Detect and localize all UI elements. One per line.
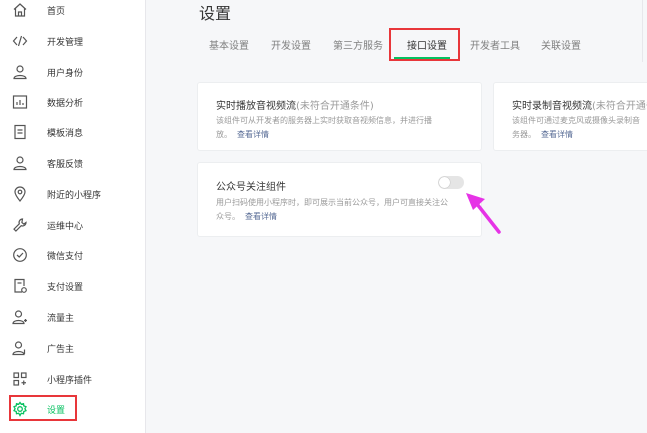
card-condition: (未符合开通条件) — [296, 101, 374, 112]
sidebar: 首页 开发管理 用户身份 数据分析 模板消息 客服反馈 附近的小程序 运维中心 … — [0, 0, 146, 433]
card-desc-line: 务器。 — [512, 130, 536, 139]
view-details-link[interactable]: 查看详情 — [541, 130, 573, 139]
active-tab-indicator — [394, 57, 450, 59]
sidebar-item-ops-center[interactable]: 运维中心 — [0, 213, 146, 237]
sidebar-item-label: 微信支付 — [47, 251, 84, 262]
divider — [642, 0, 643, 62]
sidebar-item-payment-settings[interactable]: 支付设置 — [0, 274, 146, 298]
tab-interface-settings[interactable]: 接口设置 — [407, 37, 447, 52]
card-description: 用户扫码使用小程序时，即可展示当前公众号，用户可直接关注公 众号。 查看详情 — [216, 196, 471, 224]
wrench-icon — [12, 217, 28, 233]
tab-third-party-service[interactable]: 第三方服务 — [333, 37, 383, 52]
sidebar-item-label: 客服反馈 — [47, 159, 84, 170]
sidebar-item-data-analysis[interactable]: 数据分析 — [0, 90, 146, 114]
payment-settings-icon — [12, 278, 28, 294]
advertiser-icon — [12, 340, 28, 356]
card-title-text: 实时播放音视频流 — [216, 101, 296, 112]
official-account-toggle[interactable] — [438, 176, 464, 189]
card-description: 该组件可通过麦克风或摄像头录制音 务器。 查看详情 — [512, 114, 647, 142]
card-realtime-play: 实时播放音视频流(未符合开通条件) 该组件可从开发者的服务器上实时获取音视频信息… — [198, 83, 481, 150]
tab-basic-settings[interactable]: 基本设置 — [209, 37, 249, 52]
sidebar-item-label: 流量主 — [47, 313, 75, 324]
code-icon — [12, 33, 28, 49]
card-desc-line: 该组件可从开发者的服务器上实时获取音视频信息，并进行播 — [216, 116, 432, 125]
sidebar-item-label: 数据分析 — [47, 98, 84, 109]
home-icon — [12, 2, 28, 18]
sidebar-item-label: 附近的小程序 — [47, 190, 102, 201]
sidebar-item-wechat-pay[interactable]: 微信支付 — [0, 243, 146, 267]
sidebar-item-template-message[interactable]: 模板消息 — [0, 120, 146, 144]
card-desc-line: 用户扫码使用小程序时，即可展示当前公众号，用户可直接关注公 — [216, 198, 448, 207]
gear-icon — [12, 401, 28, 417]
service-user-icon — [12, 155, 28, 171]
sidebar-item-settings[interactable]: 设置 — [0, 397, 146, 421]
card-official-account-follow: 公众号关注组件 用户扫码使用小程序时，即可展示当前公众号，用户可直接关注公 众号… — [198, 163, 481, 236]
tab-dev-settings[interactable]: 开发设置 — [271, 37, 311, 52]
sidebar-item-nearby-miniprogram[interactable]: 附近的小程序 — [0, 182, 146, 206]
sidebar-item-label: 用户身份 — [47, 68, 84, 79]
toggle-knob — [439, 177, 450, 188]
sidebar-item-user-identity[interactable]: 用户身份 — [0, 60, 146, 84]
traffic-user-icon — [12, 309, 28, 325]
bar-chart-icon — [12, 94, 28, 110]
card-description: 该组件可从开发者的服务器上实时获取音视频信息，并进行播 放。 查看详情 — [216, 114, 466, 142]
sidebar-item-plugins[interactable]: 小程序插件 — [0, 367, 146, 391]
page-title: 设置 — [199, 4, 232, 23]
sidebar-item-advertiser[interactable]: 广告主 — [0, 336, 146, 360]
sidebar-item-label: 开发管理 — [47, 37, 84, 48]
sidebar-item-traffic-host[interactable]: 流量主 — [0, 305, 146, 329]
document-icon — [12, 124, 28, 140]
sidebar-item-label: 首页 — [47, 6, 66, 17]
card-desc-line: 放。 — [216, 130, 232, 139]
card-desc-line: 该组件可通过麦克风或摄像头录制音 — [512, 116, 640, 125]
sidebar-item-label: 小程序插件 — [47, 375, 93, 386]
view-details-link[interactable]: 查看详情 — [245, 212, 277, 221]
sidebar-item-label: 设置 — [47, 405, 66, 416]
sidebar-item-home[interactable]: 首页 — [0, 0, 146, 22]
sidebar-item-label: 广告主 — [47, 344, 75, 355]
tab-developer-tools[interactable]: 开发者工具 — [470, 37, 520, 52]
user-icon — [12, 64, 28, 80]
card-desc-line: 众号。 — [216, 212, 240, 221]
plugin-grid-icon — [12, 371, 28, 387]
card-title: 公众号关注组件 — [216, 182, 286, 193]
sidebar-item-customer-feedback[interactable]: 客服反馈 — [0, 151, 146, 175]
card-condition: (未符合开通条 — [592, 101, 647, 112]
main-content: 设置 基本设置 开发设置 第三方服务 接口设置 开发者工具 关联设置 实时播放音… — [146, 0, 647, 433]
card-realtime-record: 实时录制音视频流(未符合开通条 该组件可通过麦克风或摄像头录制音 务器。查看详情 — [494, 83, 647, 150]
view-details-link[interactable]: 查看详情 — [237, 130, 269, 139]
card-title-text: 实时录制音视频流 — [512, 101, 592, 112]
location-pin-icon — [12, 186, 28, 202]
tab-association-settings[interactable]: 关联设置 — [541, 37, 581, 52]
sidebar-item-label: 模板消息 — [47, 128, 84, 139]
card-title: 实时播放音视频流(未符合开通条件) — [216, 97, 374, 112]
sidebar-item-label: 运维中心 — [47, 221, 84, 232]
card-title: 实时录制音视频流(未符合开通条 — [512, 97, 647, 112]
sidebar-item-dev-management[interactable]: 开发管理 — [0, 29, 146, 53]
wechat-pay-icon — [12, 247, 28, 263]
sidebar-item-label: 支付设置 — [47, 282, 84, 293]
